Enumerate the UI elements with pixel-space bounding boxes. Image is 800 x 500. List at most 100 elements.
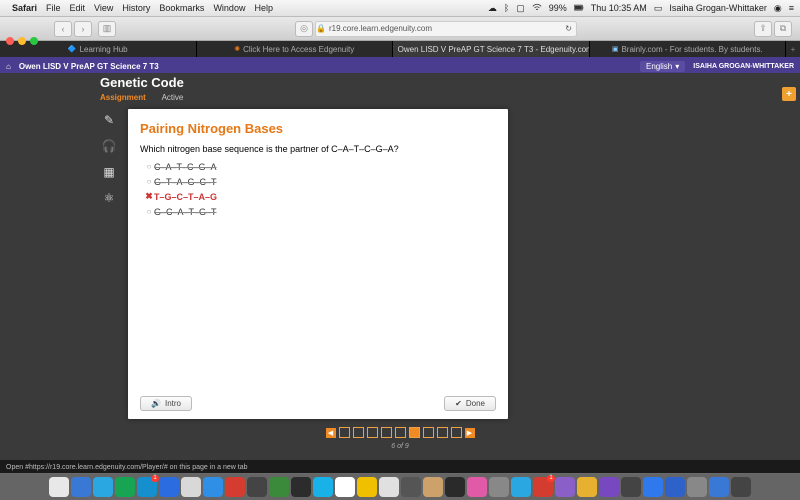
menu-edit[interactable]: Edit <box>70 3 86 13</box>
dock-app-icon[interactable] <box>731 477 751 497</box>
clock[interactable]: Thu 10:35 AM <box>591 3 647 13</box>
bluetooth-icon[interactable]: ᛒ <box>504 3 509 13</box>
new-tab-button[interactable]: + <box>786 41 800 57</box>
dock-app-icon[interactable] <box>489 477 509 497</box>
browser-tab[interactable]: ▣Brainly.com - For students. By students… <box>590 41 787 57</box>
dock-app-icon[interactable] <box>599 477 619 497</box>
browser-tab-strip: 🔷Learning Hub ✺Click Here to Access Edge… <box>0 41 800 57</box>
dock-app-icon[interactable] <box>445 477 465 497</box>
headphones-icon[interactable]: 🎧 <box>102 139 117 153</box>
wifi-icon[interactable] <box>532 3 542 13</box>
menu-help[interactable]: Help <box>254 3 273 13</box>
pager-step[interactable] <box>395 427 406 438</box>
dock-app-icon[interactable] <box>203 477 223 497</box>
tabs-button[interactable]: ⧉ <box>774 21 792 37</box>
add-button[interactable]: + <box>782 87 796 101</box>
notifications-icon[interactable]: ≡ <box>789 3 794 13</box>
home-icon[interactable]: ⌂ <box>6 62 11 71</box>
window-controls[interactable] <box>6 37 38 45</box>
dock-app-icon[interactable] <box>533 477 553 497</box>
battery-icon[interactable] <box>574 3 584 13</box>
pager-step[interactable] <box>423 427 434 438</box>
reload-icon[interactable]: ↻ <box>565 24 572 33</box>
dock-app-icon[interactable] <box>49 477 69 497</box>
dock-app-icon[interactable] <box>621 477 641 497</box>
back-button[interactable]: ‹ <box>54 21 72 37</box>
dock-app-icon[interactable] <box>181 477 201 497</box>
dock-app-icon[interactable] <box>137 477 157 497</box>
menu-view[interactable]: View <box>94 3 113 13</box>
dock-app-icon[interactable] <box>313 477 333 497</box>
siri-icon[interactable]: ◉ <box>774 3 782 14</box>
dock-app-icon[interactable] <box>357 477 377 497</box>
pencil-icon[interactable]: ✎ <box>104 113 114 127</box>
atom-icon[interactable]: ⚛ <box>104 191 115 205</box>
answer-option[interactable]: ○C–A–T–C–G–A <box>144 160 496 173</box>
done-button[interactable]: ✔Done <box>444 396 496 411</box>
dock-app-icon[interactable] <box>269 477 289 497</box>
dock-app-icon[interactable] <box>423 477 443 497</box>
dock-app-icon[interactable] <box>291 477 311 497</box>
dock-app-icon[interactable] <box>687 477 707 497</box>
menu-bookmarks[interactable]: Bookmarks <box>159 3 204 13</box>
share-button[interactable]: ⇪ <box>754 21 772 37</box>
pager-step[interactable] <box>437 427 448 438</box>
dock-app-icon[interactable] <box>225 477 245 497</box>
pager-next[interactable]: ▶ <box>465 428 475 438</box>
dock-app-icon[interactable] <box>379 477 399 497</box>
sidebar-button[interactable]: ▥ <box>98 21 116 37</box>
dock-app-icon[interactable] <box>511 477 531 497</box>
language-selector[interactable]: English▾ <box>640 61 685 72</box>
pager-step[interactable] <box>353 427 364 438</box>
cloud-icon[interactable]: ☁ <box>488 3 497 14</box>
airplay-icon[interactable]: ▢ <box>516 3 525 14</box>
assignment-label: Assignment <box>100 93 146 102</box>
pager-prev[interactable]: ◀ <box>326 428 336 438</box>
dock-app-icon[interactable] <box>93 477 113 497</box>
question-text: Which nitrogen base sequence is the part… <box>140 144 496 154</box>
menu-file[interactable]: File <box>46 3 61 13</box>
card-heading: Pairing Nitrogen Bases <box>140 121 496 136</box>
answer-option[interactable]: ○G–T–A–G–C–T <box>144 175 496 188</box>
dock-app-icon[interactable] <box>643 477 663 497</box>
dock-app-icon[interactable] <box>335 477 355 497</box>
pager-step[interactable] <box>381 427 392 438</box>
zoom-window[interactable] <box>30 37 38 45</box>
intro-button[interactable]: 🔊Intro <box>140 396 192 411</box>
user-name[interactable]: ISAIHA GROGAN-WHITTAKER <box>693 63 794 70</box>
dock-app-icon[interactable] <box>555 477 575 497</box>
forward-button[interactable]: › <box>74 21 92 37</box>
dock-app-icon[interactable] <box>115 477 135 497</box>
close-window[interactable] <box>6 37 14 45</box>
dock-app-icon[interactable] <box>709 477 729 497</box>
switch-user-icon[interactable]: ▭ <box>654 3 663 14</box>
menu-app[interactable]: Safari <box>12 3 37 13</box>
answer-option[interactable]: ✖T–G–C–T–A–G <box>144 190 496 203</box>
dock-app-icon[interactable] <box>577 477 597 497</box>
macos-username[interactable]: Isaiha Grogan-Whittaker <box>669 3 767 13</box>
browser-tab[interactable]: ✕Owen LISD V PreAP GT Science 7 T3 - Edg… <box>393 41 590 57</box>
shield-button[interactable]: ◎ <box>295 21 313 37</box>
minimize-window[interactable] <box>18 37 26 45</box>
dock-app-icon[interactable] <box>665 477 685 497</box>
pager-step[interactable] <box>451 427 462 438</box>
dock-app-icon[interactable] <box>159 477 179 497</box>
address-bar[interactable]: 🔒 r19.core.learn.edgenuity.com ↻ <box>315 21 577 37</box>
status-text: Open #https://r19.core.learn.edgenuity.c… <box>6 464 248 471</box>
browser-toolbar: ‹ › ▥ ◎ 🔒 r19.core.learn.edgenuity.com ↻… <box>0 17 800 41</box>
address-text: r19.core.learn.edgenuity.com <box>329 24 432 33</box>
pager-step[interactable] <box>339 427 350 438</box>
menu-window[interactable]: Window <box>213 3 245 13</box>
dock-app-icon[interactable] <box>71 477 91 497</box>
radio-icon: ○ <box>144 177 154 186</box>
dock-app-icon[interactable] <box>247 477 267 497</box>
calculator-icon[interactable]: ▦ <box>103 165 114 179</box>
dock-app-icon[interactable] <box>467 477 487 497</box>
dock-app-icon[interactable] <box>401 477 421 497</box>
pager-step[interactable] <box>367 427 378 438</box>
answer-option[interactable]: ○G–C–A–T–G–T <box>144 205 496 218</box>
browser-tab[interactable]: ✺Click Here to Access Edgenuity <box>197 41 394 57</box>
menu-history[interactable]: History <box>122 3 150 13</box>
check-icon: ✔ <box>455 399 462 408</box>
pager-step[interactable] <box>409 427 420 438</box>
